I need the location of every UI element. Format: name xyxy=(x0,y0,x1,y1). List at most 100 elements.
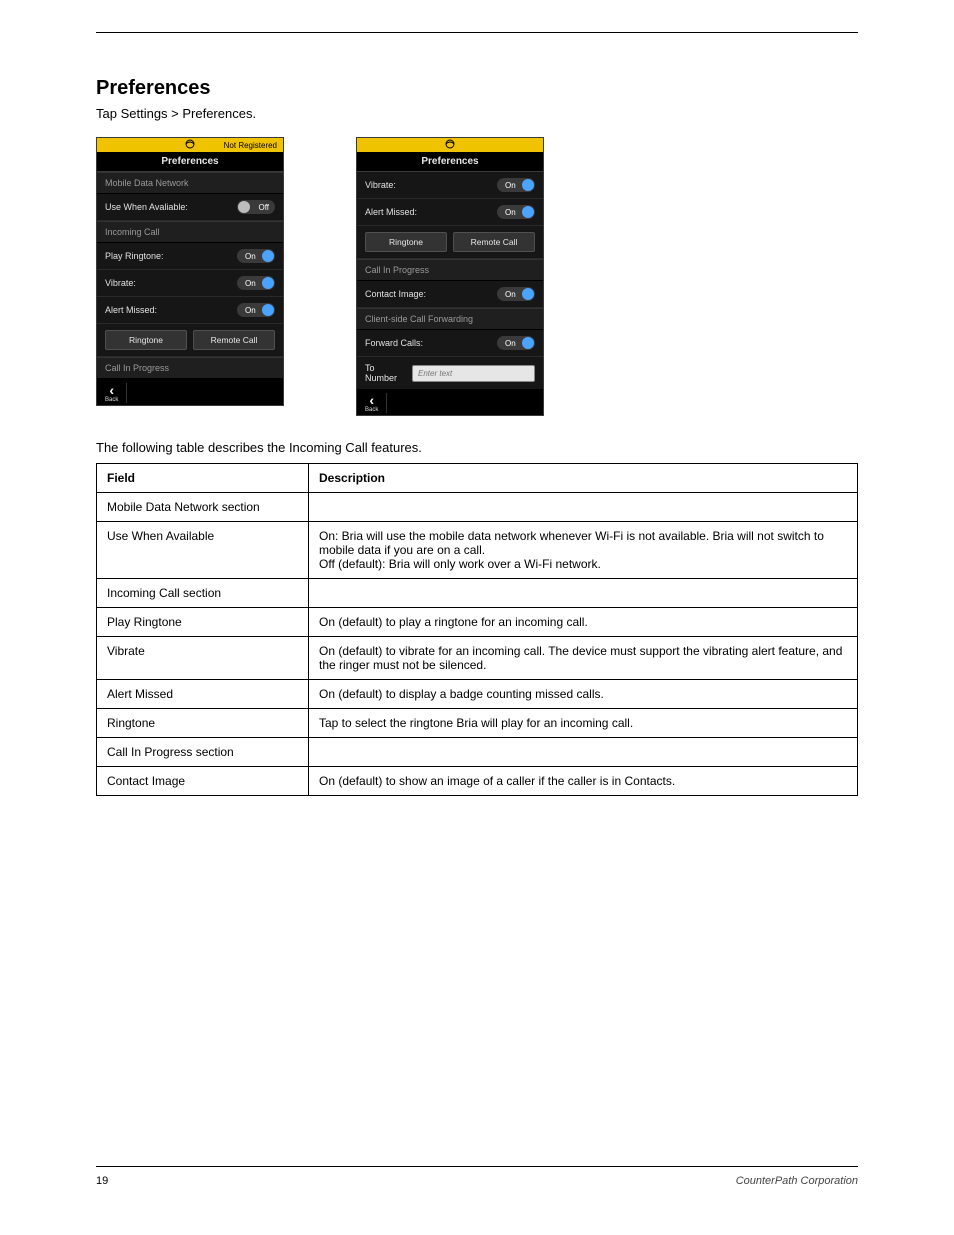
cell-field: Alert Missed xyxy=(97,680,309,709)
chevron-left-icon: ‹ xyxy=(109,383,114,397)
status-text: Not Registered xyxy=(224,141,277,150)
cell-description: On: Bria will use the mobile data networ… xyxy=(309,522,858,579)
setting-row[interactable]: Vibrate: On xyxy=(97,270,283,297)
setting-label: Alert Missed: xyxy=(105,305,157,315)
toggle-knob xyxy=(522,288,534,300)
footer-brand: CounterPath Corporation xyxy=(736,1175,858,1187)
setting-row: To Number xyxy=(357,357,543,389)
cell-field: Play Ringtone xyxy=(97,608,309,637)
toggle-switch[interactable]: Off xyxy=(237,200,275,214)
section-heading: Call In Progress xyxy=(97,357,283,379)
toggle-knob xyxy=(522,179,534,191)
back-button[interactable]: ‹ Back xyxy=(365,393,387,413)
toggle-switch[interactable]: On xyxy=(497,205,535,219)
page-number: 19 xyxy=(96,1175,108,1187)
cell-field: Incoming Call section xyxy=(97,579,309,608)
col-field: Field xyxy=(97,464,309,493)
toggle-switch[interactable]: On xyxy=(237,303,275,317)
setting-label: Forward Calls: xyxy=(365,338,423,348)
remote-call-button[interactable]: Remote Call xyxy=(193,330,275,350)
table-row: VibrateOn (default) to vibrate for an in… xyxy=(97,637,858,680)
setting-label: Contact Image: xyxy=(365,289,426,299)
cell-field: Use When Available xyxy=(97,522,309,579)
setting-row[interactable]: Play Ringtone: On xyxy=(97,243,283,270)
cell-description xyxy=(309,579,858,608)
section-heading: Mobile Data Network xyxy=(97,172,283,194)
back-button[interactable]: ‹ Back xyxy=(105,383,127,403)
setting-label: Vibrate: xyxy=(365,180,396,190)
toggle-knob xyxy=(522,206,534,218)
chevron-left-icon: ‹ xyxy=(369,393,374,407)
setting-label: To Number xyxy=(365,363,406,383)
setting-row[interactable]: Contact Image: On xyxy=(357,281,543,308)
cell-description: Tap to select the ringtone Bria will pla… xyxy=(309,709,858,738)
section-title: Preferences xyxy=(96,77,858,100)
table-row: Alert MissedOn (default) to display a ba… xyxy=(97,680,858,709)
toggle-switch[interactable]: On xyxy=(497,287,535,301)
setting-row[interactable]: Forward Calls: On xyxy=(357,330,543,357)
toggle-switch[interactable]: On xyxy=(237,276,275,290)
toggle-knob xyxy=(262,304,274,316)
setting-row[interactable]: Alert Missed: On xyxy=(357,199,543,226)
table-header-row: Field Description xyxy=(97,464,858,493)
table-row: Mobile Data Network section xyxy=(97,493,858,522)
toggle-knob xyxy=(522,337,534,349)
cell-description: On (default) to vibrate for an incoming … xyxy=(309,637,858,680)
cell-field: Call In Progress section xyxy=(97,738,309,767)
setting-row[interactable]: Vibrate: On xyxy=(357,172,543,199)
status-bar xyxy=(357,138,543,152)
table-row: Call In Progress section xyxy=(97,738,858,767)
cell-field: Ringtone xyxy=(97,709,309,738)
section-heading: Call In Progress xyxy=(357,259,543,281)
footer-rule xyxy=(96,1166,858,1167)
screen-title: Preferences xyxy=(97,152,283,172)
toggle-knob xyxy=(262,250,274,262)
setting-label: Play Ringtone: xyxy=(105,251,164,261)
button-row: Ringtone Remote Call xyxy=(97,324,283,357)
app-icon xyxy=(184,139,196,151)
cell-field: Vibrate xyxy=(97,637,309,680)
setting-label: Vibrate: xyxy=(105,278,136,288)
cell-description xyxy=(309,738,858,767)
setting-label: Use When Avaliable: xyxy=(105,202,188,212)
toggle-switch[interactable]: On xyxy=(497,336,535,350)
table-row: Contact ImageOn (default) to show an ima… xyxy=(97,767,858,796)
cell-description: On (default) to show an image of a calle… xyxy=(309,767,858,796)
back-label: Back xyxy=(365,407,378,413)
ringtone-button[interactable]: Ringtone xyxy=(365,232,447,252)
table-intro: The following table describes the Incomi… xyxy=(96,440,858,455)
screenshot-left: Not Registered Preferences Mobile Data N… xyxy=(96,137,284,406)
toggle-knob xyxy=(238,201,250,213)
remote-call-button[interactable]: Remote Call xyxy=(453,232,535,252)
toggle-switch[interactable]: On xyxy=(497,178,535,192)
toggle-switch[interactable]: On xyxy=(237,249,275,263)
to-number-input[interactable] xyxy=(412,365,535,382)
cell-description: On (default) to display a badge counting… xyxy=(309,680,858,709)
setting-label: Alert Missed: xyxy=(365,207,417,217)
setting-row[interactable]: Use When Avaliable: Off xyxy=(97,194,283,221)
cell-description: On (default) to play a ringtone for an i… xyxy=(309,608,858,637)
table-row: RingtoneTap to select the ringtone Bria … xyxy=(97,709,858,738)
cell-field: Contact Image xyxy=(97,767,309,796)
setting-row[interactable]: Alert Missed: On xyxy=(97,297,283,324)
screenshot-right: Preferences Vibrate: On Alert Missed: On… xyxy=(356,137,544,416)
status-bar: Not Registered xyxy=(97,138,283,152)
section-subtitle: Tap Settings > Preferences. xyxy=(96,106,858,121)
section-heading: Client-side Call Forwarding xyxy=(357,308,543,330)
app-icon xyxy=(444,139,456,151)
header-rule xyxy=(96,32,858,33)
ringtone-button[interactable]: Ringtone xyxy=(105,330,187,350)
col-description: Description xyxy=(309,464,858,493)
features-table: Field Description Mobile Data Network se… xyxy=(96,463,858,796)
cell-field: Mobile Data Network section xyxy=(97,493,309,522)
section-heading: Incoming Call xyxy=(97,221,283,243)
nav-footer: ‹ Back xyxy=(357,389,543,415)
cell-description xyxy=(309,493,858,522)
back-label: Back xyxy=(105,397,118,403)
screen-title: Preferences xyxy=(357,152,543,172)
nav-footer: ‹ Back xyxy=(97,379,283,405)
table-row: Use When AvailableOn: Bria will use the … xyxy=(97,522,858,579)
table-row: Play RingtoneOn (default) to play a ring… xyxy=(97,608,858,637)
toggle-knob xyxy=(262,277,274,289)
table-row: Incoming Call section xyxy=(97,579,858,608)
